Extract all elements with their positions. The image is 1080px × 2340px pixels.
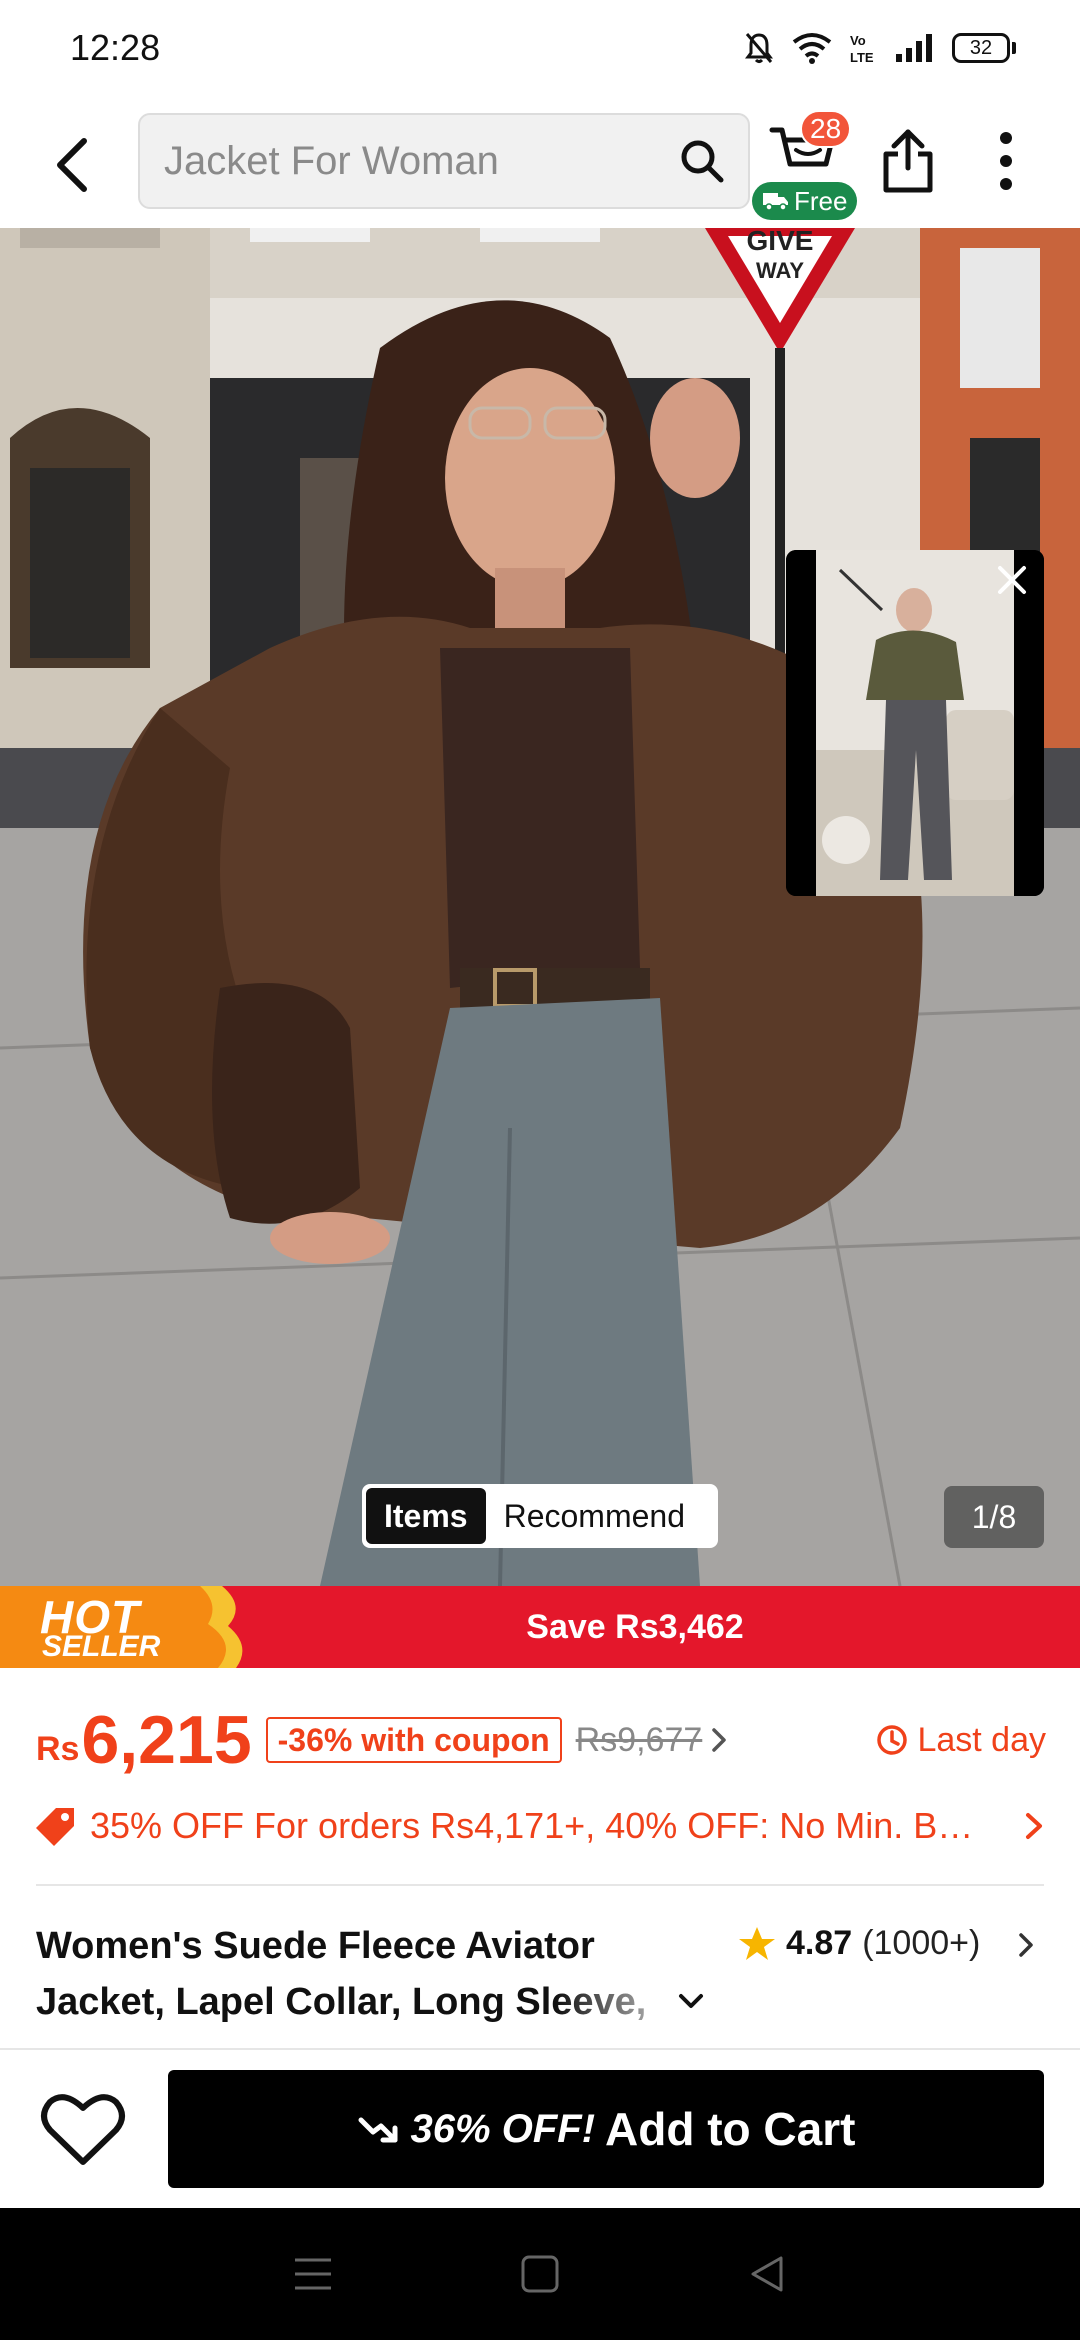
divider bbox=[36, 1884, 1044, 1886]
free-label: Free bbox=[794, 185, 848, 216]
svg-text:GIVE: GIVE bbox=[747, 228, 814, 256]
battery-level: 32 bbox=[952, 33, 1010, 63]
tag-icon bbox=[36, 1808, 74, 1846]
tab-items[interactable]: Items bbox=[366, 1488, 486, 1544]
image-counter: 1/8 bbox=[944, 1486, 1044, 1548]
back-button[interactable] bbox=[46, 134, 98, 196]
coupon-percent: -36% bbox=[277, 1721, 353, 1758]
mini-video-close-button[interactable] bbox=[988, 556, 1036, 604]
review-count: (1000+) bbox=[862, 1924, 981, 1962]
product-info: Women's Suede Fleece Aviator Jacket, Lap… bbox=[36, 1918, 1046, 2030]
hot-seller-banner[interactable]: HOT SELLER Save Rs3,462 bbox=[0, 1586, 1080, 1668]
rating[interactable]: 4.87 (1000+) bbox=[738, 1924, 980, 1963]
deadline-indicator: Last day bbox=[875, 1721, 1046, 1760]
close-icon bbox=[998, 566, 1026, 594]
tab-recommend[interactable]: Recommend bbox=[486, 1488, 703, 1544]
coupon-discount-tag[interactable]: -36% with coupon bbox=[265, 1717, 562, 1763]
chevron-right-icon[interactable] bbox=[1022, 1809, 1046, 1843]
star-icon bbox=[739, 1926, 775, 1960]
chevron-down-icon[interactable] bbox=[676, 1990, 706, 2014]
mini-video-player[interactable] bbox=[786, 550, 1044, 896]
price-row: Rs 6,215 -36% with coupon Rs9,677 Last d… bbox=[36, 1700, 1046, 1780]
clock-icon bbox=[877, 1725, 908, 1755]
status-bar: 12:28 Vo LTE 32 bbox=[0, 0, 1080, 96]
back-icon bbox=[57, 138, 87, 192]
add-to-cart-label: Add to Cart bbox=[605, 2103, 856, 2155]
mute-bell-icon bbox=[745, 33, 773, 63]
battery-icon: 32 bbox=[952, 33, 1016, 63]
svg-text:Vo: Vo bbox=[850, 33, 866, 48]
deadline-text: Last day bbox=[917, 1720, 1046, 1759]
divider bbox=[0, 2048, 1080, 2050]
top-nav: Jacket For Woman 28 Free bbox=[0, 110, 1080, 220]
status-icons: Vo LTE 32 bbox=[744, 31, 1016, 65]
signal-icon bbox=[896, 34, 932, 62]
cart-count-badge: 28 bbox=[800, 110, 852, 148]
promotion-text: 35% OFF For orders Rs4,171+, 40% OFF: No… bbox=[90, 1805, 974, 1846]
search-input[interactable]: Jacket For Woman bbox=[164, 139, 678, 184]
search-icon[interactable] bbox=[678, 137, 726, 185]
share-icon[interactable] bbox=[880, 128, 936, 194]
more-icon[interactable] bbox=[996, 128, 1016, 194]
search-bar[interactable]: Jacket For Woman bbox=[138, 113, 750, 209]
back-nav-icon[interactable] bbox=[747, 2254, 787, 2294]
sale-price: 6,215 bbox=[81, 1702, 252, 1778]
gallery-tab-toggle: Items Recommend bbox=[362, 1484, 718, 1548]
free-shipping-badge: Free bbox=[752, 182, 858, 220]
product-image-gallery[interactable]: GIVE WAY Items Recommend 1/8 bbox=[0, 228, 1080, 1586]
trend-down-icon bbox=[358, 2117, 398, 2143]
original-price: Rs9,677 bbox=[575, 1720, 703, 1759]
add-to-cart-button[interactable]: 36% OFF! Add to Cart bbox=[168, 2070, 1044, 2188]
rating-value: 4.87 bbox=[786, 1924, 853, 1962]
wifi-icon bbox=[792, 33, 832, 64]
save-amount: Save Rs3,462 bbox=[526, 1607, 744, 1646]
svg-text:LTE: LTE bbox=[850, 50, 874, 64]
truck-icon bbox=[763, 193, 788, 211]
chevron-right-icon[interactable] bbox=[708, 1725, 730, 1755]
promotion-row[interactable]: 35% OFF For orders Rs4,171+, 40% OFF: No… bbox=[36, 1798, 1046, 1854]
volte-icon: Vo LTE bbox=[850, 33, 874, 64]
coupon-suffix: with coupon bbox=[352, 1721, 550, 1758]
heart-icon[interactable] bbox=[40, 2086, 126, 2172]
home-icon[interactable] bbox=[520, 2254, 560, 2294]
chevron-right-icon[interactable] bbox=[1016, 1930, 1036, 1960]
system-nav-bar bbox=[0, 2208, 1080, 2340]
price-currency: Rs bbox=[36, 1729, 80, 1768]
product-photo: GIVE WAY bbox=[0, 228, 1080, 1586]
add-to-cart-discount: 36% OFF! bbox=[410, 2106, 596, 2151]
status-time: 12:28 bbox=[70, 27, 161, 68]
svg-text:WAY: WAY bbox=[756, 258, 804, 283]
menu-icon[interactable] bbox=[293, 2256, 333, 2292]
